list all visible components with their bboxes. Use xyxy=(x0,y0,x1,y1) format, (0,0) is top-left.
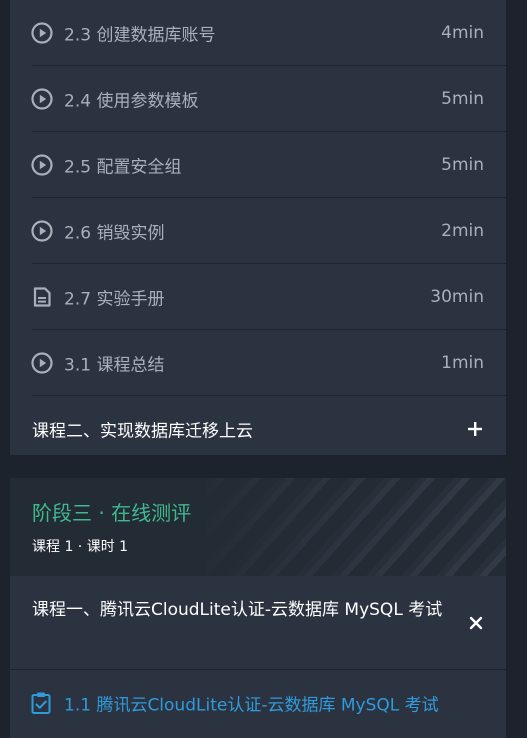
plus-icon[interactable] xyxy=(466,420,484,438)
lesson-duration: 5min xyxy=(441,155,484,175)
lesson-title: 2.4 使用参数模板 xyxy=(64,91,199,112)
stage-three-banner: 阶段三 · 在线测评 课程 1 · 课时 1 xyxy=(10,478,506,576)
stage-three-meta: 课程 1 · 课时 1 xyxy=(32,539,129,555)
lesson-duration: 30min xyxy=(430,287,484,307)
play-circle-icon xyxy=(31,220,53,242)
course-one-card: 课程一、腾讯云CloudLite认证-云数据库 MySQL 考试 1.1 腾讯云… xyxy=(10,576,506,738)
lesson-title: 3.1 课程总结 xyxy=(64,355,165,376)
course-two-header[interactable]: 课程二、实现数据库迁移上云 xyxy=(10,396,506,461)
course-one-header[interactable]: 课程一、腾讯云CloudLite认证-云数据库 MySQL 考试 xyxy=(10,576,506,670)
course-two-card: 2.3 创建数据库账号 4min 2.4 使用参数模板 5min 2.5 配置安全组 5m… xyxy=(10,0,506,455)
lesson-item[interactable]: 2.4 使用参数模板 5min xyxy=(10,66,506,132)
lesson-duration: 2min xyxy=(441,221,484,241)
lesson-title: 2.5 配置安全组 xyxy=(64,157,182,178)
course-outline-page: 2.3 创建数据库账号 4min 2.4 使用参数模板 5min 2.5 配置安全组 5m… xyxy=(0,0,527,738)
close-icon[interactable] xyxy=(468,615,484,631)
course-one-title: 课程一、腾讯云CloudLite认证-云数据库 MySQL 考试 xyxy=(32,600,443,620)
exam-lesson-title: 1.1 腾讯云CloudLite认证-云数据库 MySQL 考试 xyxy=(64,695,439,716)
document-icon xyxy=(33,287,51,307)
lesson-duration: 5min xyxy=(441,89,484,109)
lesson-duration: 4min xyxy=(441,23,484,43)
play-circle-icon xyxy=(31,22,53,44)
lesson-item[interactable]: 2.3 创建数据库账号 4min xyxy=(10,0,506,66)
lesson-duration: 1min xyxy=(441,353,484,373)
lesson-title: 2.7 实验手册 xyxy=(64,289,165,310)
lesson-item[interactable]: 2.5 配置安全组 5min xyxy=(10,132,506,198)
exam-lesson-item[interactable]: 1.1 腾讯云CloudLite认证-云数据库 MySQL 考试 xyxy=(10,670,506,736)
play-circle-icon xyxy=(31,88,53,110)
course-two-title: 课程二、实现数据库迁移上云 xyxy=(32,421,253,441)
stage-three-title: 阶段三 · 在线测评 xyxy=(32,501,192,525)
exam-clipboard-icon xyxy=(31,692,51,714)
play-circle-icon xyxy=(31,352,53,374)
lesson-title: 2.3 创建数据库账号 xyxy=(64,25,216,46)
lesson-title: 2.6 销毁实例 xyxy=(64,223,165,244)
lesson-item[interactable]: 2.7 实验手册 30min xyxy=(10,264,506,330)
lesson-list: 2.3 创建数据库账号 4min 2.4 使用参数模板 5min 2.5 配置安全组 5m… xyxy=(10,0,506,396)
play-circle-icon xyxy=(31,154,53,176)
lesson-item[interactable]: 3.1 课程总结 1min xyxy=(10,330,506,396)
lesson-item[interactable]: 2.6 销毁实例 2min xyxy=(10,198,506,264)
